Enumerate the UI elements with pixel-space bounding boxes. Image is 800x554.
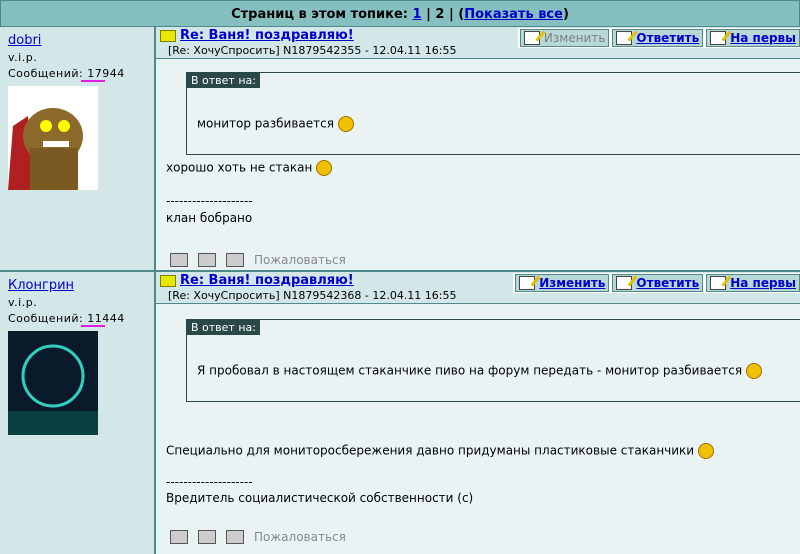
- edit-label: Изменить: [543, 31, 606, 45]
- post-body: хорошо хоть не стакан: [166, 160, 313, 175]
- pager-label: Страниц в этом топике:: [231, 7, 408, 22]
- cool-smiley-icon: [697, 443, 714, 459]
- post-tools: Пожаловаться: [170, 530, 346, 544]
- complain-link[interactable]: Пожаловаться: [254, 530, 346, 544]
- post-body: Специально для мониторосбережения давно …: [166, 443, 695, 458]
- to-first-link[interactable]: На первы: [730, 276, 796, 290]
- signature-divider: --------------------: [166, 475, 253, 489]
- post-header: Re: Ваня! поздравляю! [Re: ХочуСпросить]…: [156, 272, 800, 304]
- vote-icon[interactable]: [198, 253, 216, 267]
- pager-sep: |: [426, 7, 431, 22]
- show-all-link[interactable]: Показать все: [464, 7, 563, 22]
- reply-icon: [710, 276, 727, 290]
- avatar: [8, 86, 98, 190]
- quote-label: В ответ на:: [187, 73, 260, 88]
- reply-icon: [616, 276, 633, 290]
- post-header: Re: Ваня! поздравляю! [Re: ХочуСпросить]…: [156, 27, 800, 59]
- message-count-label: Сообщений:: [8, 312, 84, 325]
- author-panel: Клонгрин v.i.p. Сообщений: 11444: [0, 272, 156, 554]
- forward-icon[interactable]: [226, 530, 244, 544]
- to-first-link[interactable]: На первы: [730, 31, 796, 45]
- edit-icon: [519, 276, 536, 290]
- quote-box: В ответ на: Я пробовал в настоящем стака…: [186, 319, 800, 402]
- post: Клонгрин v.i.p. Сообщений: 11444 Re: Ван…: [0, 272, 800, 554]
- smiley-icon: [745, 363, 762, 379]
- message-count: Сообщений: 17944: [8, 67, 146, 82]
- reply-link[interactable]: Ответить: [636, 31, 699, 45]
- reply-button[interactable]: Ответить: [612, 29, 704, 47]
- author-link[interactable]: dobri: [8, 33, 41, 48]
- to-first-button[interactable]: На первы: [706, 29, 800, 47]
- author-rank: v.i.p.: [8, 51, 38, 64]
- current-page: 2: [435, 7, 445, 22]
- signature: Вредитель социалистической собственности…: [166, 491, 474, 505]
- book-icon: [160, 29, 176, 42]
- pager-sep: |: [448, 7, 454, 22]
- quote-text: Я пробовал в настоящем стаканчике пиво н…: [197, 363, 796, 379]
- paren: ): [562, 7, 569, 22]
- avatar: [8, 331, 98, 435]
- quote-content: Я пробовал в настоящем стаканчике пиво н…: [197, 363, 743, 378]
- post-actions: Изменить Ответить На первы: [517, 28, 800, 48]
- print-icon[interactable]: [170, 253, 188, 267]
- author-link[interactable]: Клонгрин: [8, 278, 74, 293]
- quote-box: В ответ на: монитор разбивается: [186, 72, 800, 155]
- message-count-value: 17944: [87, 67, 125, 80]
- quote-label: В ответ на:: [187, 320, 260, 335]
- reply-button[interactable]: Ответить: [612, 274, 704, 292]
- forward-icon[interactable]: [226, 253, 244, 267]
- edit-button[interactable]: Изменить: [519, 29, 610, 47]
- post-tools: Пожаловаться: [170, 253, 346, 267]
- message-count-value: 11444: [87, 312, 125, 325]
- signature: клан бобрано: [166, 211, 253, 225]
- author-panel: dobri v.i.p. Сообщений: 17944: [0, 27, 156, 270]
- vote-icon[interactable]: [198, 530, 216, 544]
- complain-link[interactable]: Пожаловаться: [254, 253, 346, 267]
- edit-link[interactable]: Изменить: [539, 276, 605, 290]
- pager-bar: Страниц в этом топике: 1 | 2 | (Показать…: [0, 0, 800, 27]
- print-icon[interactable]: [170, 530, 188, 544]
- post-text: Специально для мониторосбережения давно …: [166, 443, 796, 459]
- page-1-link[interactable]: 1: [413, 7, 422, 22]
- reply-icon: [710, 31, 727, 45]
- reply-icon: [616, 31, 633, 45]
- message-count-label: Сообщений:: [8, 67, 84, 80]
- post-title-link[interactable]: Re: Ваня! поздравляю!: [180, 273, 354, 288]
- grin-smiley-icon: [316, 160, 333, 176]
- book-icon: [160, 274, 176, 287]
- quote-content: монитор разбивается: [197, 116, 334, 131]
- post-title-link[interactable]: Re: Ваня! поздравляю!: [180, 28, 354, 43]
- post-text: хорошо хоть не стакан: [166, 160, 796, 176]
- signature-divider: --------------------: [166, 194, 253, 208]
- quote-text: монитор разбивается: [197, 116, 796, 132]
- post-actions: Изменить Ответить На первы: [513, 273, 800, 293]
- to-first-button[interactable]: На первы: [706, 274, 800, 292]
- post: dobri v.i.p. Сообщений: 17944 Re: Ваня! …: [0, 27, 800, 272]
- author-rank: v.i.p.: [8, 296, 38, 309]
- edit-button[interactable]: Изменить: [515, 274, 610, 292]
- message-count: Сообщений: 11444: [8, 312, 146, 327]
- smiley-icon: [337, 116, 354, 132]
- reply-link[interactable]: Ответить: [636, 276, 699, 290]
- edit-icon: [523, 31, 540, 45]
